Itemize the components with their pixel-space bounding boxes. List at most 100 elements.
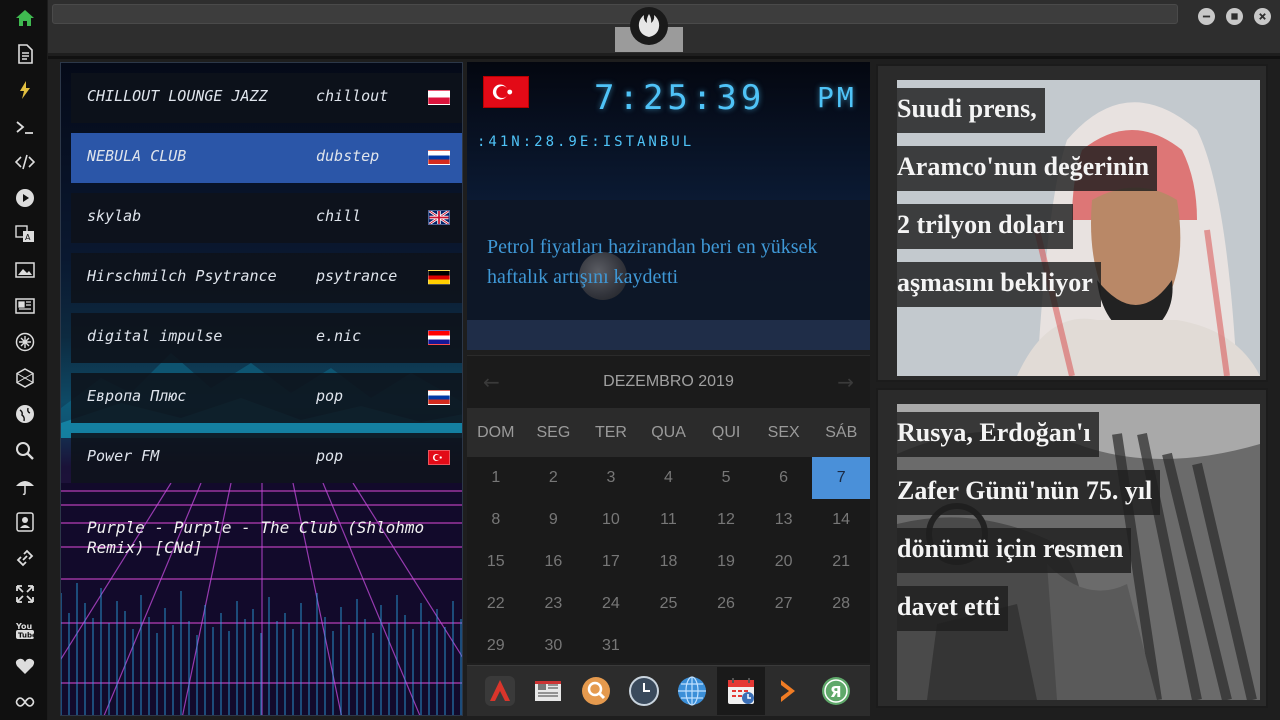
calendar-day[interactable]: 14 xyxy=(812,499,870,541)
search-icon[interactable] xyxy=(14,440,36,462)
calendar-day[interactable]: 30 xyxy=(525,625,583,667)
arrow-right-icon[interactable]: → xyxy=(837,370,854,394)
station-genre: psytrance xyxy=(316,267,398,285)
radio-station-row[interactable]: CHILLOUT LOUNGE JAZZ chillout xyxy=(71,73,462,123)
flag-russia-icon xyxy=(428,390,450,405)
rebel-alliance-icon[interactable] xyxy=(630,7,668,45)
gear-badge-icon[interactable] xyxy=(14,331,36,353)
play-icon[interactable] xyxy=(14,187,36,209)
calendar-header: ← DEZEMBRO 2019 → xyxy=(467,356,870,408)
close-icon[interactable] xyxy=(1254,8,1271,25)
news-ticker[interactable]: Petrol fiyatları hazirandan beri en yüks… xyxy=(467,200,870,320)
document-icon[interactable] xyxy=(14,43,36,65)
calendar-day[interactable]: 16 xyxy=(525,541,583,583)
calendar-day[interactable]: 11 xyxy=(640,499,698,541)
globe-browser-icon[interactable] xyxy=(673,672,711,710)
clock-ampm: PM xyxy=(817,81,857,114)
headline-line: Zafer Günü'nün 75. yıl xyxy=(897,470,1161,515)
clock-location: :41N:28.9E:ISTANBUL xyxy=(477,134,695,150)
flag-turkey-icon xyxy=(483,76,529,108)
heart-icon[interactable] xyxy=(14,655,36,677)
news-card[interactable]: Rusya, Erdoğan'ı Zafer Günü'nün 75. yıl … xyxy=(876,388,1268,708)
radio-station-row[interactable]: skylab chill xyxy=(71,193,462,243)
calendar-day[interactable]: 28 xyxy=(812,583,870,625)
calendar-day[interactable]: 3 xyxy=(582,457,640,499)
forward-arrow-icon[interactable] xyxy=(769,672,807,710)
calendar-day[interactable]: 21 xyxy=(812,541,870,583)
clock-time: 7:25:39 xyxy=(594,78,766,118)
infinity-icon[interactable] xyxy=(14,691,36,713)
clock-app-icon[interactable] xyxy=(625,672,663,710)
calendar-day[interactable]: 17 xyxy=(582,541,640,583)
lightning-icon[interactable] xyxy=(14,79,36,101)
calendar-day[interactable]: 5 xyxy=(697,457,755,499)
now-playing-title: Purple - Purple - The Club (Shlohmo Remi… xyxy=(87,518,425,557)
newspaper-icon[interactable] xyxy=(14,295,36,317)
news-headline: Suudi prens, Aramco'nun değerinin 2 tril… xyxy=(897,80,1260,312)
station-genre: chill xyxy=(316,207,362,225)
contact-icon[interactable] xyxy=(14,511,36,533)
image-icon[interactable] xyxy=(14,259,36,281)
calendar-day[interactable]: 23 xyxy=(525,583,583,625)
translate-icon[interactable]: A xyxy=(14,223,36,245)
calendar-day[interactable]: 31 xyxy=(582,625,640,667)
calendar-day[interactable]: 8 xyxy=(467,499,525,541)
search-app-icon[interactable] xyxy=(577,672,615,710)
minimize-icon[interactable] xyxy=(1198,8,1215,25)
calendar-day[interactable]: 20 xyxy=(755,541,813,583)
calendar-day[interactable]: 2 xyxy=(525,457,583,499)
umbrella-icon[interactable] xyxy=(14,475,36,497)
radio-station-row[interactable]: Hirschmilch Psytrance psytrance xyxy=(71,253,462,303)
calendar-day[interactable]: 1 xyxy=(467,457,525,499)
weekday-label: DOM xyxy=(477,424,515,441)
svg-text:You: You xyxy=(15,622,33,631)
calendar-day[interactable]: 25 xyxy=(640,583,698,625)
headline-line: Aramco'nun değerinin xyxy=(897,146,1158,191)
address-bar[interactable] xyxy=(52,4,1178,24)
headline-line: Suudi prens, xyxy=(897,88,1045,133)
calendar-month: DEZEMBRO 2019 xyxy=(603,373,734,390)
news-card[interactable]: Suudi prens, Aramco'nun değerinin 2 tril… xyxy=(876,64,1268,382)
radio-station-row[interactable]: digital impulse e.nic xyxy=(71,313,462,363)
calendar-day[interactable]: 24 xyxy=(582,583,640,625)
yandex-icon[interactable]: Я xyxy=(817,672,855,710)
calendar-day[interactable]: 4 xyxy=(640,457,698,499)
home-icon[interactable] xyxy=(14,7,36,29)
calendar-grid: 1 2 3 4 5 6 7 8 9 10 11 12 13 14 15 16 17 18 19 20 21 22 23 24 2… xyxy=(467,457,870,667)
radio-station-row[interactable]: Европа Плюс pop xyxy=(71,373,462,423)
calendar-day[interactable]: 27 xyxy=(755,583,813,625)
terminal-icon[interactable] xyxy=(14,116,36,138)
expand-icon[interactable] xyxy=(14,583,36,605)
calendar-app-icon[interactable] xyxy=(717,667,765,715)
calendar-day-today[interactable]: 7 xyxy=(812,457,870,499)
calendar-day[interactable]: 9 xyxy=(525,499,583,541)
calendar-week-row: 29 30 31 xyxy=(467,625,870,667)
youtube-icon[interactable]: You Tube xyxy=(14,619,36,641)
station-name: CHILLOUT LOUNGE JAZZ xyxy=(87,87,268,105)
calendar-day[interactable]: 26 xyxy=(697,583,755,625)
calendar-day[interactable]: 6 xyxy=(755,457,813,499)
link-icon[interactable] xyxy=(14,547,36,569)
radio-station-row-active[interactable]: NEBULA CLUB dubstep xyxy=(71,133,462,183)
code-icon[interactable] xyxy=(14,151,36,173)
calendar-day[interactable]: 18 xyxy=(640,541,698,583)
arch-linux-icon[interactable] xyxy=(481,672,519,710)
globe-icon[interactable] xyxy=(14,403,36,425)
hexagon-icon[interactable] xyxy=(14,367,36,389)
news-reader-icon[interactable] xyxy=(529,672,567,710)
calendar-day[interactable]: 22 xyxy=(467,583,525,625)
station-genre: chillout xyxy=(316,87,389,105)
calendar-day[interactable]: 13 xyxy=(755,499,813,541)
calendar-widget: ← DEZEMBRO 2019 → DOM SEG TER QUA QUI SE… xyxy=(467,355,870,663)
headline-line: 2 trilyon doları xyxy=(897,204,1073,249)
radio-panel: CHILLOUT LOUNGE JAZZ chillout NEBULA CLU… xyxy=(60,62,463,716)
weekday-label: SEX xyxy=(767,424,800,441)
radio-station-row[interactable]: Power FM pop xyxy=(71,433,462,483)
calendar-day[interactable]: 12 xyxy=(697,499,755,541)
maximize-icon[interactable] xyxy=(1226,8,1243,25)
calendar-day[interactable]: 15 xyxy=(467,541,525,583)
calendar-day[interactable]: 19 xyxy=(697,541,755,583)
calendar-day[interactable]: 10 xyxy=(582,499,640,541)
calendar-day[interactable]: 29 xyxy=(467,625,525,667)
weekday-label: TER xyxy=(594,424,627,441)
